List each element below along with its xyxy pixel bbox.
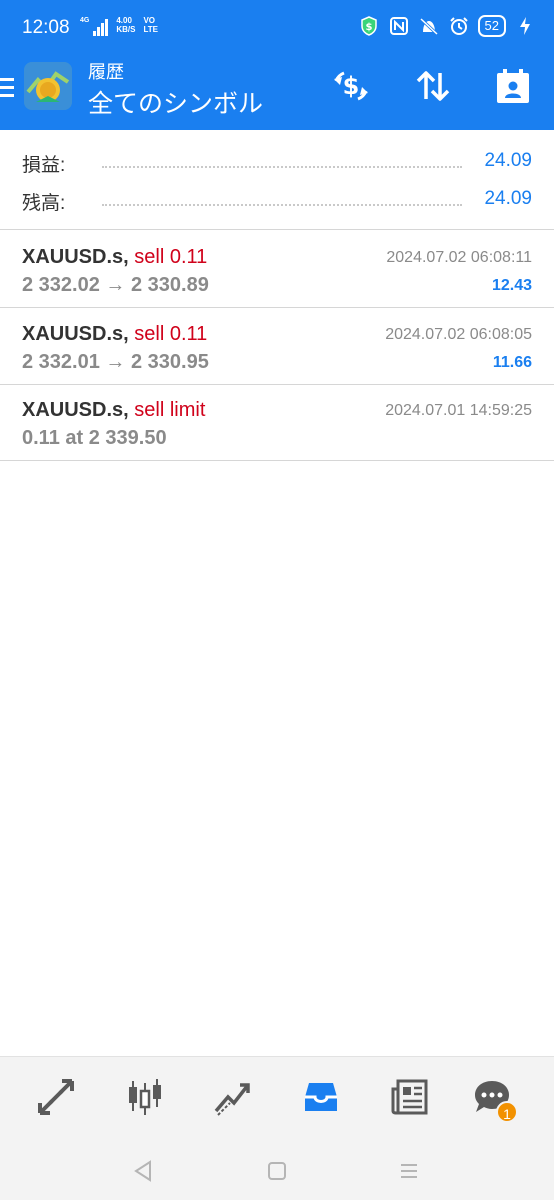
sort-profit-button[interactable]: $ [331,66,371,106]
deal-row[interactable]: XAUUSD.s, sell 0.11 2024.07.02 06:08:11 … [0,232,554,308]
deal-price: 0.11 at 2 339.50 [22,427,167,449]
status-time: 12:08 [22,17,70,38]
deal-row[interactable]: XAUUSD.s, sell 0.11 2024.07.02 06:08:05 … [0,309,554,385]
profit-row: 損益: 24.09 [22,150,532,180]
nav-history[interactable] [299,1075,343,1119]
quotes-icon [38,1079,74,1115]
charging-icon [514,14,536,38]
network-type: 4G [80,17,90,24]
vibrate-off-icon [418,14,440,38]
svg-text:$: $ [343,72,360,100]
balance-value: 24.09 [484,188,532,209]
deal-row[interactable]: XAUUSD.s, sell limit 2024.07.01 14:59:25… [0,385,554,461]
speed-unit: KB/S [116,25,136,34]
nav-chart[interactable] [123,1075,167,1119]
deal-side: sell 0.11 [134,246,208,268]
nav-quotes[interactable] [34,1075,78,1119]
signal-icon [93,18,109,36]
deal-profit: 11.66 [492,354,532,371]
deal-side: sell limit [134,399,206,421]
volte-bottom: LTE [143,25,158,34]
nav-news[interactable] [388,1075,432,1119]
alarm-icon [448,14,470,38]
menu-icon[interactable] [0,78,14,100]
dotted-leader [102,204,462,206]
calendar-icon [497,69,529,103]
deal-symbol: XAUUSD.s, [22,323,129,345]
deal-symbol: XAUUSD.s, [22,246,129,268]
volte-top: VO [143,16,156,25]
deal-profit: 12.43 [491,277,532,294]
deal-time: 2024.07.01 14:59:25 [385,402,532,419]
deal-price: 2 332.02 → 2 330.89 [22,274,209,296]
recents-icon [401,1164,417,1178]
profit-label: 損益: [22,155,66,176]
dotted-leader [102,166,462,168]
nav-chat[interactable]: 1 [470,1075,518,1123]
chat-badge: 1 [496,1101,518,1123]
deal-time: 2024.07.02 06:08:05 [385,326,532,343]
status-bar: 12:08 4G 4.00 KB/S VO LTE $ 52 [0,0,554,56]
nav-trade[interactable] [210,1075,254,1119]
balance-row: 残高: 24.09 [22,188,532,218]
page-title: 全てのシンボル [88,90,264,118]
deal-side: sell 0.11 [134,323,208,345]
svg-text:$: $ [365,22,372,33]
deal-symbol: XAUUSD.s, [22,399,129,421]
trade-icon [214,1083,250,1116]
summary-panel: 損益: 24.09 残高: 24.09 [0,130,554,230]
news-icon [391,1079,428,1115]
sort-arrows-icon [416,71,450,101]
deal-price: 2 332.01 → 2 330.95 [22,351,209,373]
home-icon [268,1162,286,1180]
profit-value: 24.09 [484,150,532,171]
speed-value: 4.00 [116,16,132,25]
back-icon [134,1160,151,1182]
battery-indicator: 52 [477,15,506,37]
history-icon [305,1083,337,1111]
network-indicator: 4G 4.00 KB/S VO LTE [80,16,158,36]
back-button[interactable] [128,1156,158,1186]
balance-label: 残高: [22,193,66,214]
metatrader-logo[interactable] [24,62,72,110]
system-nav-bar [0,1142,554,1200]
recents-button[interactable] [394,1156,424,1186]
shield-dollar-icon: $ [358,14,380,38]
home-button[interactable] [262,1156,292,1186]
screen: 12:08 4G 4.00 KB/S VO LTE $ 52 履歴 全てのシンボ… [0,0,554,1200]
bottom-nav: 1 [0,1056,554,1142]
sort-button[interactable] [413,66,453,106]
calendar-button[interactable] [493,66,533,106]
nfc-icon [388,14,410,38]
header-subtitle: 履歴 [88,62,124,82]
status-icons: $ 52 [358,14,536,38]
app-header: 履歴 全てのシンボル $ [0,56,554,130]
deal-time: 2024.07.02 06:08:11 [386,249,532,266]
dollar-sort-icon: $ [334,71,368,101]
chart-icon [129,1079,161,1115]
